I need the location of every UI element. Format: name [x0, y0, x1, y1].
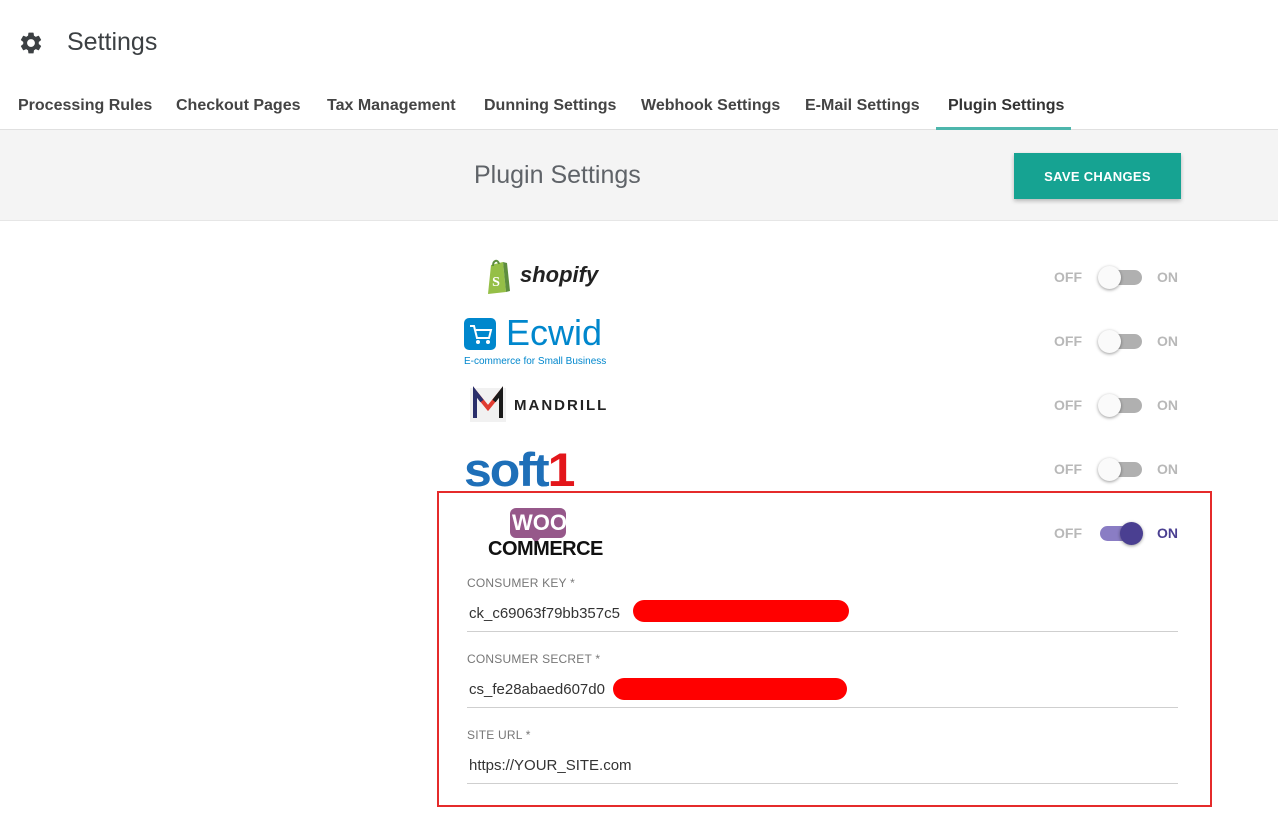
tab-webhook-settings[interactable]: Webhook Settings — [629, 84, 792, 130]
settings-tabs: Processing Rules Checkout Pages Tax Mana… — [0, 84, 1278, 130]
toggle-on-label: ON — [1157, 525, 1178, 541]
redaction-mark — [613, 678, 847, 700]
ecwid-toggle[interactable] — [1098, 329, 1142, 353]
site-url-label: SITE URL * — [467, 728, 531, 742]
plugin-row-ecwid: Ecwid E-commerce for Small Business OFF … — [460, 312, 1200, 372]
tab-email-settings[interactable]: E-Mail Settings — [793, 84, 932, 130]
site-url-input[interactable] — [467, 748, 1178, 784]
toggle-off-label: OFF — [1054, 269, 1082, 285]
mandrill-m-icon — [470, 386, 506, 422]
plugin-row-mandrill: MANDRILL OFF ON — [460, 376, 1200, 436]
tab-checkout-pages[interactable]: Checkout Pages — [164, 84, 312, 130]
woo-logo-text: WOO — [512, 510, 567, 535]
ecwid-logo-text: Ecwid — [506, 312, 603, 353]
toggle-on-label: ON — [1157, 461, 1178, 477]
toggle-on-label: ON — [1157, 333, 1178, 349]
toggle-off-label: OFF — [1054, 525, 1082, 541]
soft1-toggle[interactable] — [1098, 457, 1142, 481]
ecwid-logo-subtext: E-commerce for Small Business — [464, 356, 607, 367]
toggle-on-label: ON — [1157, 269, 1178, 285]
mandrill-toggle[interactable] — [1098, 393, 1142, 417]
save-changes-button[interactable]: SAVE CHANGES — [1014, 153, 1181, 199]
plugin-row-woocommerce: WOO COMMERCE OFF ON — [460, 504, 1200, 564]
section-title: Plugin Settings — [474, 161, 641, 189]
mandrill-toggle-group: OFF ON — [1040, 376, 1180, 436]
toggle-off-label: OFF — [1054, 461, 1082, 477]
mandrill-logo-text: MANDRILL — [514, 397, 609, 414]
woocommerce-toggle[interactable] — [1100, 521, 1143, 545]
toggle-on-label: ON — [1157, 397, 1178, 413]
commerce-logo-text: COMMERCE — [488, 538, 603, 560]
section-header-bar: Plugin Settings SAVE CHANGES — [0, 130, 1278, 221]
soft1-logo-text: soft1 — [464, 443, 575, 497]
ecwid-toggle-group: OFF ON — [1040, 312, 1180, 372]
page-header: Settings — [0, 0, 1278, 84]
redaction-mark — [633, 600, 849, 622]
shopify-logo-text: shopify — [520, 262, 599, 287]
consumer-secret-label: CONSUMER SECRET * — [467, 652, 601, 666]
toggle-off-label: OFF — [1054, 333, 1082, 349]
tab-dunning-settings[interactable]: Dunning Settings — [472, 84, 628, 130]
shopify-toggle[interactable] — [1098, 265, 1142, 289]
consumer-key-label: CONSUMER KEY * — [467, 576, 575, 590]
site-url-field: SITE URL * — [467, 728, 1178, 798]
tab-processing-rules[interactable]: Processing Rules — [6, 84, 164, 130]
consumer-key-field: CONSUMER KEY * — [467, 576, 1178, 646]
shopify-toggle-group: OFF ON — [1040, 248, 1180, 308]
woocommerce-toggle-group: OFF ON — [1040, 504, 1180, 564]
page-title: Settings — [67, 28, 158, 56]
svg-text:S: S — [492, 275, 500, 290]
toggle-off-label: OFF — [1054, 397, 1082, 413]
tab-plugin-settings[interactable]: Plugin Settings — [936, 84, 1071, 130]
consumer-secret-field: CONSUMER SECRET * — [467, 652, 1178, 722]
gear-icon — [20, 32, 42, 54]
tab-tax-management[interactable]: Tax Management — [315, 84, 468, 130]
plugin-row-shopify: S shopify OFF ON — [460, 248, 1200, 308]
shopify-logo: S shopify — [460, 248, 600, 308]
